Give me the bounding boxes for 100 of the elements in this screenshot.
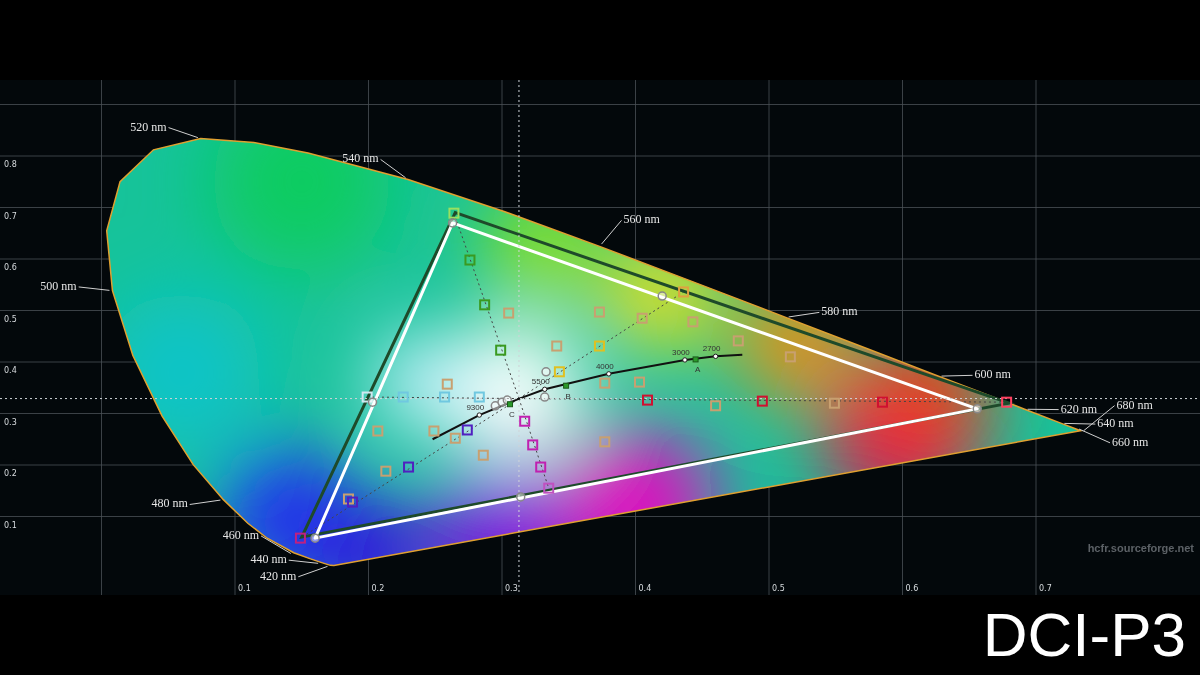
target-point [439,391,451,403]
target-point [449,432,461,444]
temperature-point [476,412,482,418]
measured-point [657,291,667,301]
target-point [477,449,489,461]
target-point [464,254,476,266]
target-point [599,377,611,389]
target-point [1001,396,1013,408]
leader-line [380,158,407,179]
target-point [397,391,409,403]
target-point [877,396,888,408]
measured-point-cluster [490,395,513,411]
temperature-point [682,357,688,363]
tick-label: 0.1 [238,584,251,593]
tick-label: 0.4 [638,584,652,593]
target-point [403,461,415,473]
target-point [636,312,648,324]
target-point [294,532,306,544]
wavelength-label: 600 nm [974,367,1011,382]
measured-point [367,397,378,407]
target-point [473,391,485,403]
tick-label: 0.3 [505,584,518,593]
temperature-point [606,371,612,377]
temperature-label: 9300 [466,403,485,413]
leader-line [78,286,110,291]
tick-label: 0.7 [4,211,17,221]
tick-label: 0.8 [4,160,17,169]
leader-line [189,499,221,505]
target-point [448,207,460,219]
tick-label: 0.2 [4,469,17,478]
illuminant-label: A [694,365,701,375]
target-point [372,425,384,437]
illuminant-point [563,382,570,389]
tick-label: 0.6 [4,263,17,272]
leader-line [788,311,820,318]
wavelength-label: 580 nm [821,304,858,319]
temperature-label: 4000 [595,361,614,371]
temperature-label: 5500 [531,377,550,387]
leader-line [168,127,199,139]
target-point [343,493,354,505]
target-point [756,395,768,407]
target-point [535,461,547,473]
wavelength-label: 640 nm [1097,416,1134,431]
target-point [687,316,699,328]
target-point [428,425,440,437]
tick-label: 0.5 [4,314,17,324]
target-point [551,340,563,352]
target-point [543,482,555,494]
temperature-label: 2700 [702,344,721,354]
wavelength-label: 560 nm [623,212,660,227]
target-point [361,391,373,403]
temperature-point [542,386,548,392]
target-point [642,394,653,406]
leader-line [1027,408,1060,411]
wavelength-label: 540 nm [342,151,379,166]
target-point [599,436,611,448]
temperature-point [712,353,719,360]
illuminant-label: C [509,410,515,420]
wavelength-label: 440 nm [250,552,287,567]
target-point [828,397,840,409]
wavelength-label: 480 nm [151,496,188,511]
target-point [678,286,690,298]
credit-text: hcfr.sourceforge.net [1087,542,1194,554]
leader-line [601,219,622,245]
target-point [593,306,605,318]
measured-point [541,367,551,377]
caption: DCI-P3 [982,604,1186,666]
target-point [380,465,392,477]
leader-line [260,535,292,554]
target-point [784,351,796,363]
tick-label: 0.5 [772,584,785,593]
target-point [479,299,491,311]
measured-point [539,392,550,402]
target-point [461,424,473,436]
target-point [710,400,722,412]
target-point [519,415,531,427]
measured-point [515,492,526,502]
target-point [503,307,515,319]
target-point [732,335,744,347]
target-point [495,344,507,356]
wavelength-label: 500 nm [40,278,77,293]
target-point [527,439,539,451]
tick-label: 0.7 [1039,584,1052,593]
tick-label: 0.4 [4,366,17,375]
target-point [553,366,565,378]
leader-line [941,374,974,377]
target-point [593,340,605,352]
measured-point [447,218,458,228]
wavelength-label: 660 nm [1112,434,1149,449]
measured-point [310,533,320,543]
wavelength-label: 460 nm [222,527,259,542]
illuminant-label: B [565,391,571,401]
target-point [441,378,453,390]
wavelength-label: 680 nm [1116,397,1153,412]
target-point [347,496,358,508]
temperature-label: 3000 [672,347,690,357]
target-point [634,376,645,388]
wavelength-label: 620 nm [1060,401,1097,416]
tick-label: 0.6 [905,584,919,593]
wavelength-label: 420 nm [259,568,297,583]
